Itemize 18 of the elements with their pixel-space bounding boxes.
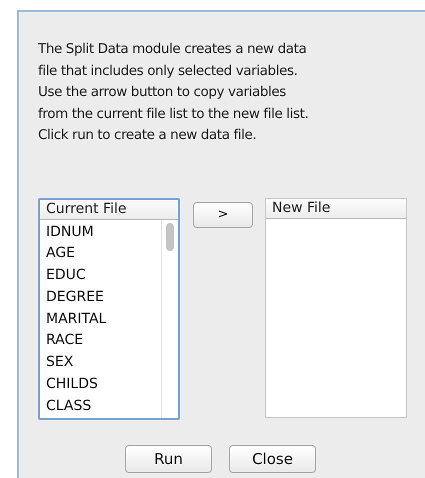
list-item[interactable]: MARITAL (46, 308, 155, 330)
dialog-button[interactable]: Close (229, 444, 316, 472)
dialog-button[interactable]: Run (125, 444, 212, 472)
list-item[interactable]: DEGREE (46, 286, 155, 309)
list-item[interactable]: CHILDS (46, 374, 155, 396)
copy-button[interactable]: > (193, 202, 253, 228)
list-header: Current File (40, 200, 178, 220)
list-header: New File (266, 198, 406, 218)
list-item[interactable]: EDUC (46, 265, 155, 287)
list-item[interactable]: CLASS (46, 396, 155, 418)
new-file-list[interactable]: New File (265, 198, 407, 418)
list-item[interactable]: SEX (46, 352, 155, 374)
list-item[interactable]: AGE (46, 243, 155, 266)
scrollbar-thumb[interactable] (166, 222, 174, 250)
list-item[interactable]: IDNUM (46, 222, 155, 244)
description-text: The Split Data module creates a new data file that includes only selected variables. Use the arrow button to copy variables from the current file list to the new file list. Click run to create a new data file. (38, 40, 310, 145)
list-item[interactable]: RACE (46, 330, 155, 352)
current-file-list[interactable]: Current File IDNUM AGE EDUC DEGREE MARITAL RACE SEX CHILDS CLASS (38, 198, 180, 420)
